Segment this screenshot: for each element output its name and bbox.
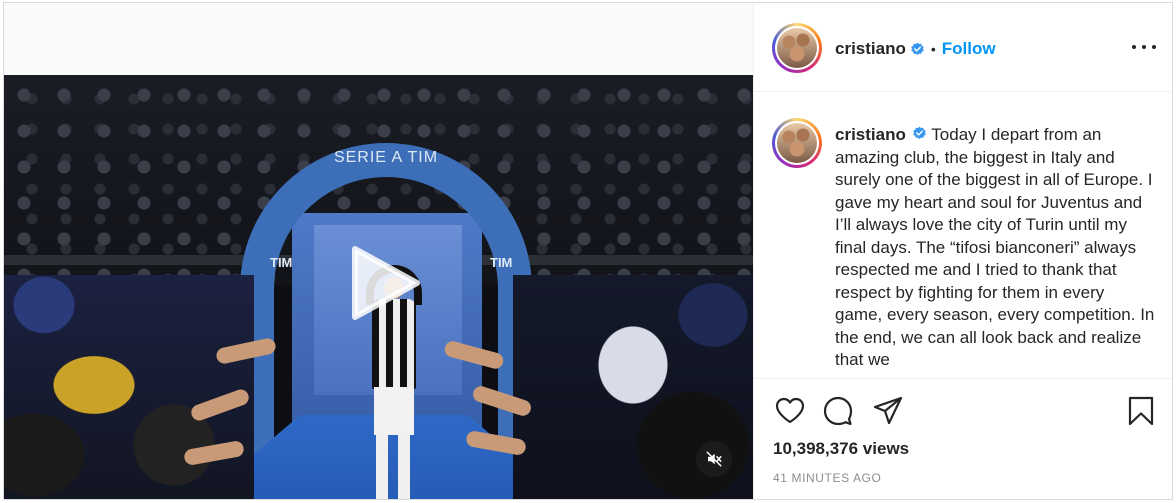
timestamp[interactable]: 41 MINUTES AGO bbox=[773, 471, 881, 485]
profile-avatar bbox=[777, 123, 817, 163]
share-icon[interactable] bbox=[872, 395, 904, 427]
play-icon[interactable] bbox=[345, 243, 423, 323]
action-bar: 10,398,376 views 41 MINUTES AGO bbox=[754, 378, 1172, 500]
media-panel: SERIE A TIM TIM TIM bbox=[4, 3, 753, 499]
post-dialog: SERIE A TIM TIM TIM cristiano • Follow c… bbox=[3, 2, 1173, 500]
bookmark-icon[interactable] bbox=[1125, 395, 1157, 427]
verified-badge-icon bbox=[911, 42, 924, 55]
avatar[interactable] bbox=[772, 23, 822, 73]
caption-avatar[interactable] bbox=[772, 118, 822, 168]
comments-area: cristiano Today I depart from an amazing… bbox=[754, 92, 1172, 378]
more-options-icon[interactable] bbox=[1132, 37, 1156, 57]
caption-text: Today I depart from an amazing club, the… bbox=[835, 125, 1155, 369]
profile-avatar bbox=[777, 28, 817, 68]
caption: cristiano Today I depart from an amazing… bbox=[835, 124, 1155, 372]
mute-button[interactable] bbox=[696, 441, 732, 477]
separator-dot: • bbox=[930, 41, 936, 57]
views-count[interactable]: 10,398,376 views bbox=[773, 439, 909, 459]
heart-icon[interactable] bbox=[774, 395, 806, 427]
sponsor-right: TIM bbox=[490, 255, 513, 270]
comment-icon[interactable] bbox=[822, 395, 854, 427]
sponsor-left: TIM bbox=[270, 255, 293, 270]
muted-speaker-icon bbox=[706, 451, 722, 467]
post-header: cristiano • Follow bbox=[754, 3, 1172, 92]
verified-badge-icon bbox=[913, 126, 926, 139]
follow-button[interactable]: Follow bbox=[942, 39, 996, 59]
video-player[interactable]: SERIE A TIM TIM TIM bbox=[4, 75, 753, 499]
details-panel: cristiano • Follow cristiano Today I dep… bbox=[754, 3, 1172, 499]
arch-text: SERIE A TIM bbox=[333, 149, 439, 166]
username-link[interactable]: cristiano bbox=[835, 39, 906, 59]
kids-left bbox=[4, 275, 254, 499]
caption-username[interactable]: cristiano bbox=[835, 125, 906, 144]
